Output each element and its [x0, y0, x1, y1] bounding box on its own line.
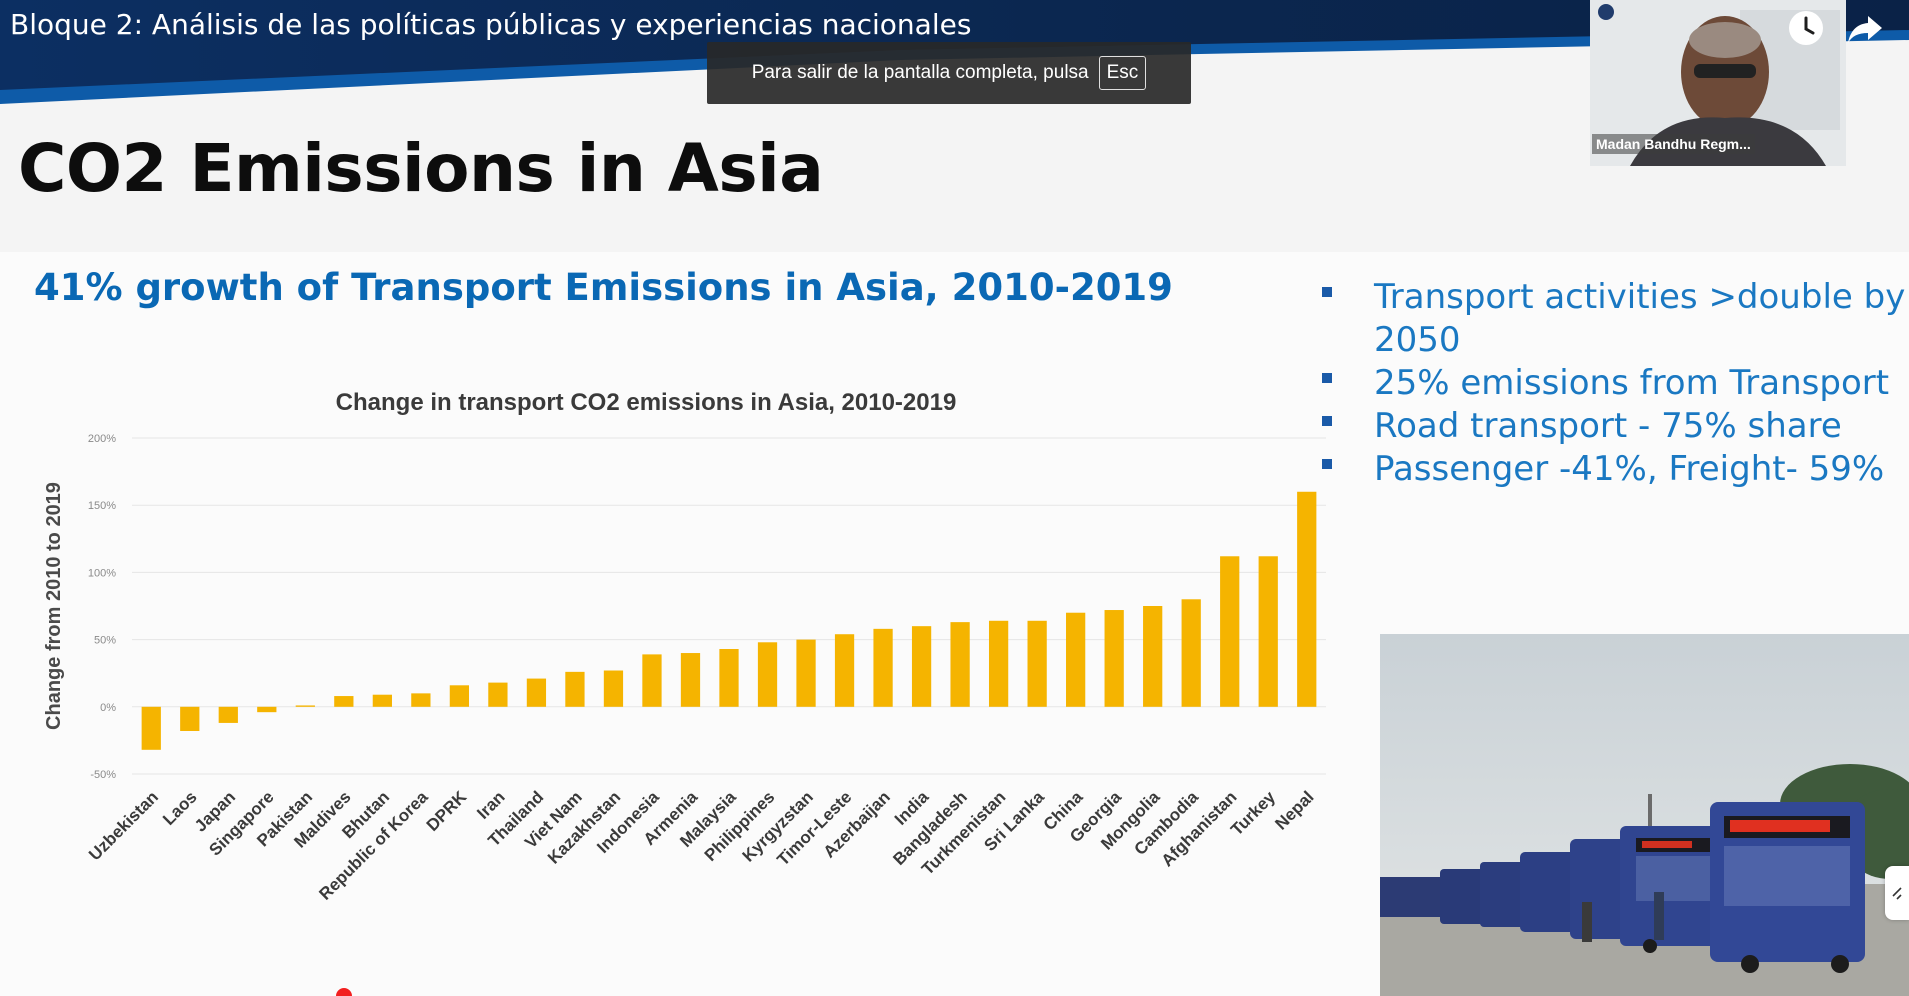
chart-title: Change in transport CO2 emissions in Asi… [336, 389, 957, 416]
chart-bar [1066, 612, 1086, 707]
chart-bar [141, 706, 161, 750]
chart-xtick-label: Nepal [1271, 787, 1317, 833]
bullet-item: Transport activities >double by 2050 [1318, 276, 1908, 362]
clock-icon [1789, 11, 1823, 45]
bullet-square-icon [1322, 287, 1332, 297]
chart-bar [334, 696, 354, 707]
bullet-text: Road transport - 75% share [1374, 406, 1842, 446]
chart-bar [372, 694, 392, 707]
chart-bar [834, 634, 855, 707]
share-button[interactable] [1844, 6, 1888, 50]
fullscreen-exit-toast: Para salir de la pantalla completa, puls… [707, 42, 1191, 104]
bus-fleet-photo [1380, 634, 1909, 996]
watch-later-button[interactable] [1784, 6, 1828, 50]
bus-fleet-illustration [1380, 634, 1909, 996]
esc-key-label: Esc [1098, 56, 1147, 90]
chart-bar [719, 649, 739, 707]
chart-ytick-label: 150% [88, 500, 116, 512]
chart-bar [488, 682, 508, 707]
chart-bar [680, 653, 701, 707]
participant-name-label: Madan Bandhu Regm... [1592, 134, 1755, 154]
bullet-item: Road transport - 75% share [1318, 405, 1908, 448]
chart-bar [1297, 491, 1317, 707]
chart-ytick-label: 100% [88, 567, 116, 579]
video-title[interactable]: Bloque 2: Análisis de las políticas públ… [10, 8, 971, 41]
chart-bar [257, 706, 277, 713]
chart-bar [1143, 606, 1163, 707]
resize-handle-icon [1892, 887, 1902, 900]
bullet-text: 25% emissions from Transport [1374, 363, 1890, 403]
slide-title: CO2 Emissions in Asia [18, 130, 824, 207]
chart-ytick-label: 0% [100, 702, 116, 714]
chart-bar [873, 628, 893, 707]
chart-bar [411, 693, 431, 707]
chart-ylabel: Change from 2010 to 2019 [43, 482, 65, 730]
fullscreen-toast-text: Para salir de la pantalla completa, puls… [751, 62, 1089, 83]
chart-ytick-label: 200% [88, 433, 116, 445]
chart-bar [1027, 620, 1047, 707]
slide-subtitle: 41% growth of Transport Emissions in Asi… [34, 266, 1173, 309]
chart-xtick-label: Uzbekistan [85, 787, 162, 864]
chart-ytick-label: 50% [94, 635, 116, 647]
chart-bar [796, 639, 816, 707]
chart-bar [950, 622, 970, 707]
chart-bar [988, 620, 1009, 707]
slide-bullet-list: Transport activities >double by 2050 25%… [1318, 276, 1908, 491]
chart-bar [757, 642, 778, 707]
side-panel-handle[interactable] [1885, 866, 1909, 920]
bullet-text: Passenger -41%, Freight- 59% [1374, 449, 1885, 489]
chart-bar [218, 706, 238, 723]
chart-bar [449, 685, 470, 707]
chart-bar [526, 678, 547, 707]
emissions-bar-chart: Change in transport CO2 emissions in Asi… [36, 380, 1336, 940]
chart-bar [1181, 599, 1201, 707]
bullet-item: 25% emissions from Transport [1318, 362, 1908, 405]
chart-bar [180, 706, 200, 731]
chart-bar [603, 670, 624, 707]
chart-xtick-label: DPRK [423, 787, 471, 835]
chart-bar [1258, 556, 1278, 707]
chart-bar [1220, 556, 1240, 707]
chart-xtick-label: Turkey [1227, 787, 1279, 839]
chart-bar [642, 654, 662, 707]
chart-bar [295, 705, 315, 707]
chart-ytick-label: -50% [90, 769, 116, 781]
chart-bar [565, 671, 585, 707]
chart-bar [911, 626, 932, 707]
share-arrow-icon [1848, 16, 1882, 43]
bullet-item: Passenger -41%, Freight- 59% [1318, 448, 1908, 491]
chart-canvas: Change in transport CO2 emissions in Asi… [43, 389, 1326, 904]
chart-bar [1104, 610, 1124, 707]
bullet-text: Transport activities >double by 2050 [1374, 277, 1906, 360]
